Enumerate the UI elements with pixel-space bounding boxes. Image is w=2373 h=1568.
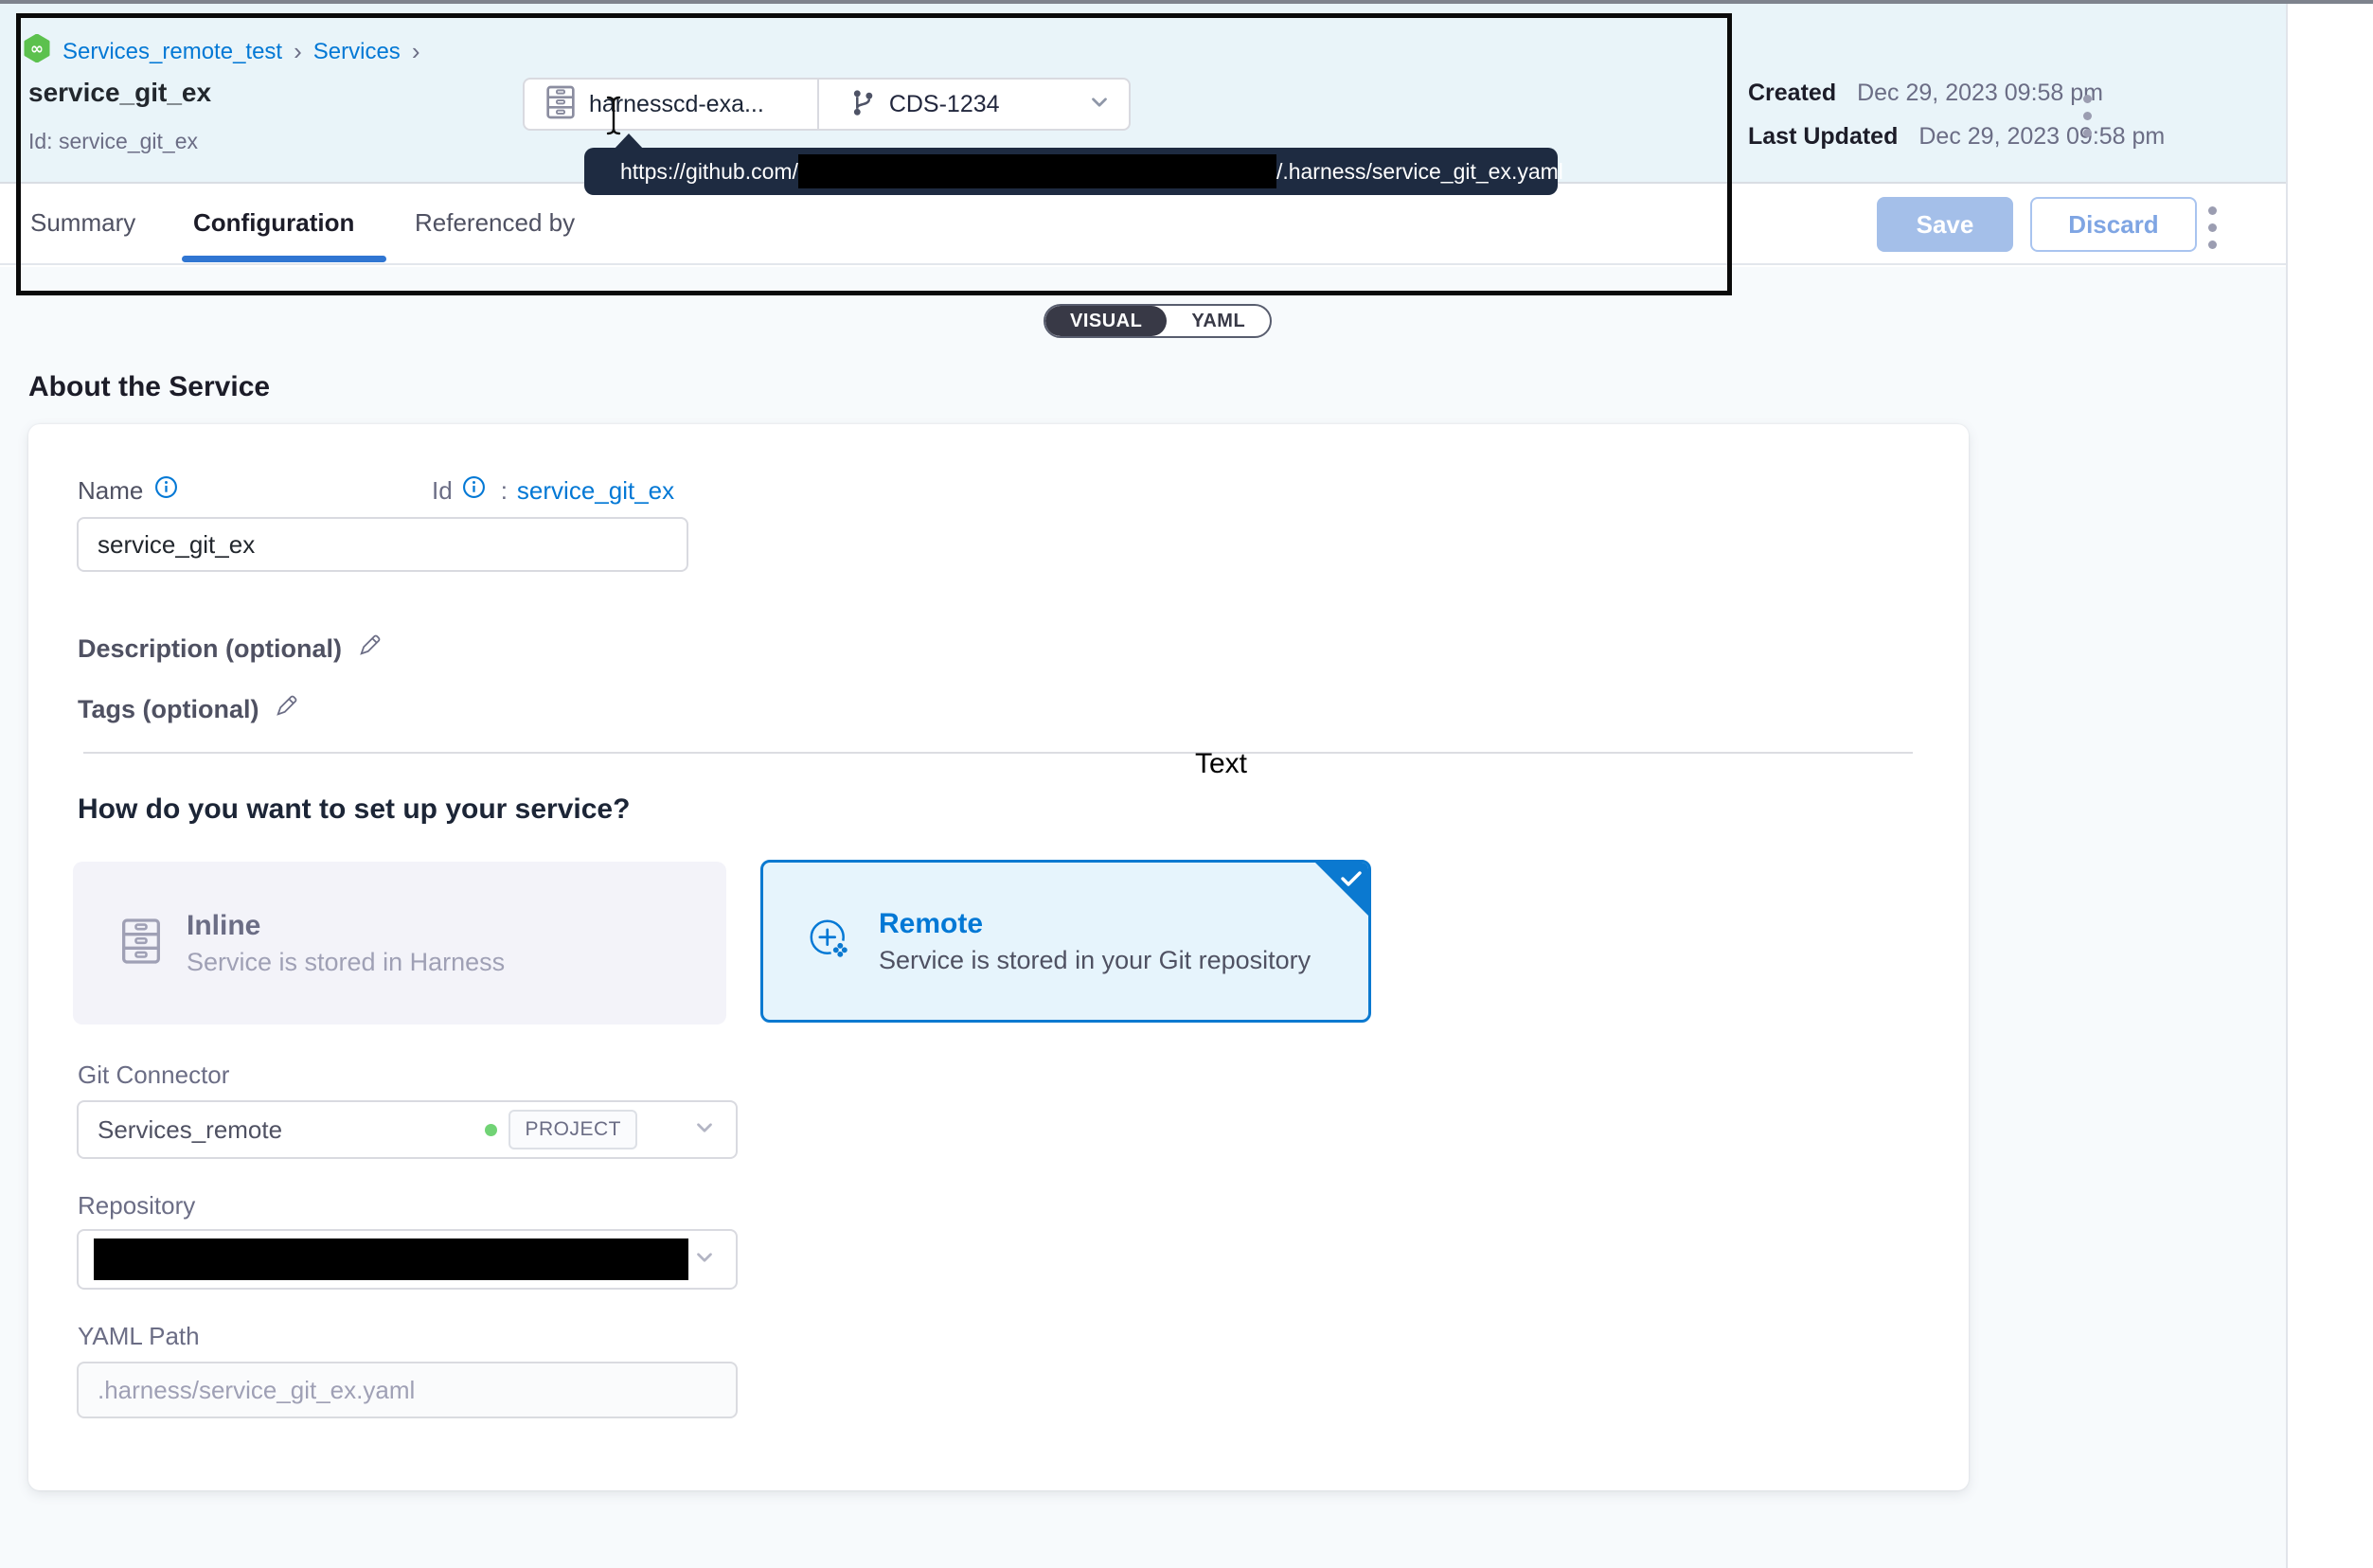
text-annotation-label: Text: [1195, 748, 1247, 780]
info-icon[interactable]: [462, 475, 486, 506]
repository-select[interactable]: [77, 1229, 738, 1290]
description-label: Description (optional): [78, 634, 342, 664]
service-id-line: Id: service_git_ex: [28, 129, 198, 154]
repository-store-icon: [545, 84, 576, 125]
name-input[interactable]: [77, 517, 688, 572]
created-meta: Created Dec 29, 2023 09:58 pm: [1748, 80, 2103, 107]
svg-text:∞: ∞: [30, 40, 44, 59]
toggle-visual[interactable]: VISUAL: [1045, 306, 1167, 336]
breadcrumb-separator: ›: [294, 37, 302, 66]
redaction-bar: [94, 1238, 688, 1280]
chevron-down-icon[interactable]: [692, 1115, 717, 1145]
created-label: Created: [1748, 80, 1836, 107]
setup-question: How do you want to set up your service?: [78, 793, 630, 826]
selected-check-corner: [1314, 862, 1369, 917]
breadcrumb-separator: ›: [412, 37, 420, 66]
yaml-path-label: YAML Path: [78, 1322, 200, 1351]
breadcrumb-services-link[interactable]: Services: [313, 39, 401, 65]
inline-store-card[interactable]: Inline Service is stored in Harness: [73, 862, 726, 1025]
tags-label: Tags (optional): [78, 695, 259, 724]
repository-label: Repository: [78, 1191, 195, 1221]
tab-configuration[interactable]: Configuration: [193, 208, 354, 238]
breadcrumb: ∞ Services_remote_test › Services ›: [23, 34, 419, 69]
file-url-tooltip: https://github.com/ /.harness/service_gi…: [584, 148, 1558, 195]
git-branch-icon: [849, 87, 876, 122]
id-value: service_git_ex: [517, 476, 674, 506]
tags-row: Tags (optional): [78, 693, 299, 725]
git-connector-select[interactable]: Services_remote PROJECT: [77, 1100, 738, 1159]
header-more-options-icon[interactable]: [2079, 91, 2096, 141]
text-cursor-icon: [604, 95, 623, 141]
git-connector-value: Services_remote: [98, 1115, 282, 1145]
panel-divider: [2286, 4, 2288, 1568]
remote-store-card[interactable]: Remote Service is stored in your Git rep…: [760, 860, 1371, 1023]
tooltip-url-suffix: /.harness/service_git_ex.yaml: [1276, 159, 1563, 185]
inline-card-title: Inline: [187, 910, 505, 942]
id-colon: :: [501, 476, 508, 506]
edit-pencil-icon[interactable]: [357, 633, 383, 665]
last-updated-value: Dec 29, 2023 09:58 pm: [1918, 123, 2165, 151]
visual-yaml-toggle: VISUAL YAML: [1044, 304, 1272, 338]
service-configuration-page: ∞ Services_remote_test › Services › serv…: [0, 0, 2373, 1568]
info-icon[interactable]: [154, 475, 178, 506]
active-tab-underline: [182, 256, 386, 262]
id-label: Id: [432, 476, 453, 506]
pill-divider: [817, 79, 819, 130]
breadcrumb-project-link[interactable]: Services_remote_test: [62, 39, 282, 65]
toolbar-more-options-icon[interactable]: [2204, 203, 2221, 253]
connector-status-dot: [485, 1124, 497, 1136]
toggle-yaml[interactable]: YAML: [1167, 306, 1270, 336]
last-updated-label: Last Updated: [1748, 123, 1898, 151]
chevron-down-icon[interactable]: [1087, 90, 1112, 119]
last-updated-meta: Last Updated Dec 29, 2023 09:58 pm: [1748, 123, 2165, 151]
discard-button[interactable]: Discard: [2030, 197, 2197, 252]
right-side-panel: [2288, 4, 2373, 1568]
description-row: Description (optional): [78, 633, 383, 665]
tab-referenced-by[interactable]: Referenced by: [415, 208, 575, 238]
edit-pencil-icon[interactable]: [274, 693, 299, 725]
tab-summary[interactable]: Summary: [30, 208, 135, 238]
name-label: Name: [78, 476, 143, 506]
page-title: service_git_ex: [28, 78, 211, 108]
remote-card-title: Remote: [879, 908, 1311, 940]
git-connector-label: Git Connector: [78, 1060, 229, 1090]
section-divider: [83, 752, 1913, 754]
scope-badge: PROJECT: [508, 1110, 637, 1149]
harness-service-logo-icon: ∞: [23, 34, 51, 69]
tooltip-url-prefix: https://github.com/: [620, 159, 798, 185]
branch-name: CDS-1234: [889, 91, 1000, 118]
id-row: Id : service_git_ex: [432, 475, 674, 506]
remote-store-icon: [805, 915, 854, 969]
inline-store-icon: [120, 917, 162, 971]
save-button[interactable]: Save: [1877, 197, 2013, 252]
section-title: About the Service: [28, 371, 270, 403]
yaml-path-input[interactable]: [77, 1362, 738, 1418]
created-value: Dec 29, 2023 09:58 pm: [1857, 80, 2103, 107]
remote-card-subtitle: Service is stored in your Git repository: [879, 946, 1311, 975]
chevron-down-icon[interactable]: [692, 1245, 717, 1274]
inline-card-subtitle: Service is stored in Harness: [187, 948, 505, 977]
name-label-row: Name: [78, 475, 178, 506]
redaction-bar: [798, 154, 1276, 188]
